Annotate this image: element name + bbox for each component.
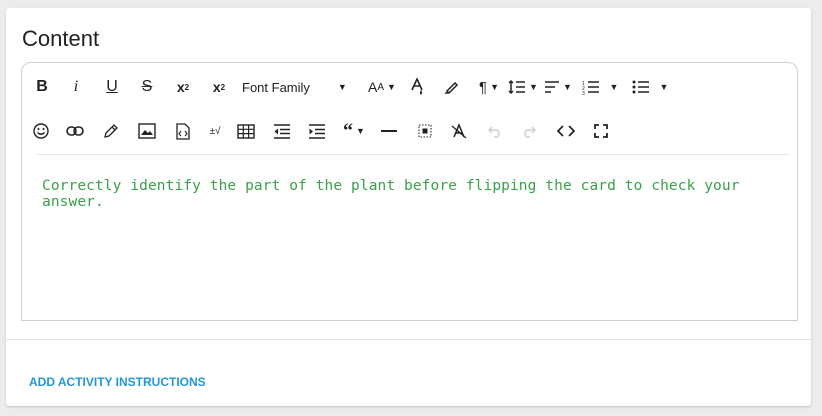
align-icon[interactable]: ▼ [542,72,574,102]
clear-formatting-icon[interactable] [448,116,470,146]
indent-icon[interactable] [306,116,328,146]
redo-icon[interactable] [518,116,540,146]
rich-text-editor[interactable]: B i U S x2 x2 Font Family ▼ A A ▼ ¶ ▼ ▼ ▼ 1… [21,62,798,321]
outdent-icon[interactable] [271,116,293,146]
underline-icon[interactable]: U [102,72,122,102]
text-color-icon[interactable] [408,72,428,102]
font-family-select[interactable]: Font Family ▼ [242,72,367,102]
svg-text:3: 3 [582,91,585,95]
link-icon[interactable] [64,116,86,146]
horizontal-rule-icon[interactable] [378,116,400,146]
line-height-icon[interactable]: ▼ [507,72,539,102]
fullscreen-icon[interactable] [590,116,612,146]
section-divider [6,339,811,340]
emoji-icon[interactable] [30,116,52,146]
italic-icon[interactable]: i [66,72,86,102]
add-activity-instructions-link[interactable]: ADD ACTIVITY INSTRUCTIONS [29,375,206,389]
paragraph-icon[interactable]: ¶ ▼ [474,72,504,102]
card-title: Content [22,26,100,51]
chevron-down-icon: ▼ [337,82,347,92]
special-chars-icon[interactable]: ±√ [204,116,226,146]
bold-icon[interactable]: B [32,72,52,102]
pencil-icon[interactable] [100,116,122,146]
font-family-label: Font Family [242,79,310,95]
subscript-icon[interactable]: x2 [172,72,194,102]
font-size-icon[interactable]: A A ▼ [367,72,397,102]
image-icon[interactable] [135,116,159,146]
select-all-icon[interactable] [414,116,436,146]
table-icon[interactable] [235,116,257,146]
editor-content-text[interactable]: Correctly identify the part of the plant… [42,178,797,210]
superscript-icon[interactable]: x2 [208,72,230,102]
file-code-icon[interactable] [172,116,194,146]
ordered-list-icon[interactable]: 1 2 3 ▼ [580,72,620,102]
content-card: Content B i U S x2 x2 Font Family ▼ A A ▼ … [6,8,811,406]
highlight-icon[interactable] [440,72,462,102]
quote-icon[interactable]: “▼ [338,116,370,146]
strikethrough-icon[interactable]: S [137,72,157,102]
toolbar-divider [37,154,789,155]
undo-icon[interactable] [484,116,506,146]
unordered-list-icon[interactable]: ▼ [630,72,670,102]
code-view-icon[interactable] [554,116,578,146]
